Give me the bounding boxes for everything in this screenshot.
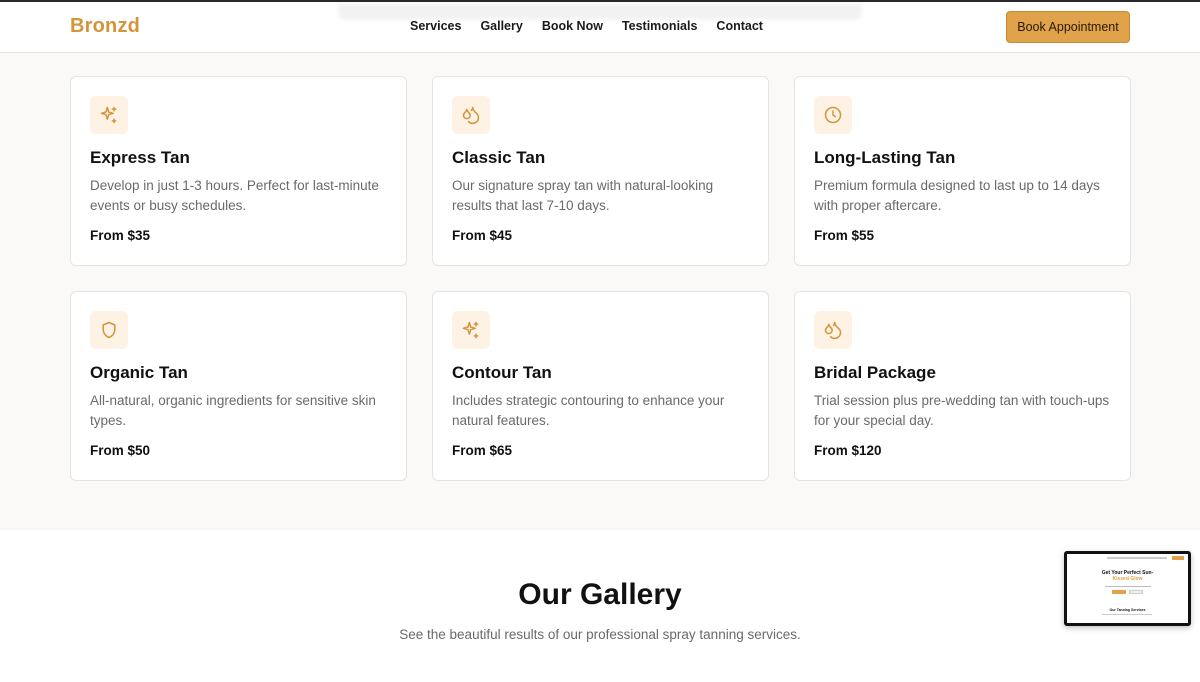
nav-link-gallery[interactable]: Gallery	[480, 19, 522, 33]
service-price: From $45	[452, 228, 513, 243]
preview-button-secondary	[1129, 590, 1143, 594]
service-description: Premium formula designed to last up to 1…	[814, 178, 1100, 213]
service-card-contour-tan[interactable]: Contour Tan Includes strategic contourin…	[432, 291, 769, 481]
service-description: Our signature spray tan with natural-loo…	[452, 178, 714, 213]
brand-logo[interactable]: Bronzd	[70, 15, 140, 38]
preview-button-primary	[1112, 590, 1126, 594]
preview-section-title: Our Tanning Services	[1109, 608, 1146, 612]
clock-icon	[814, 96, 852, 134]
page-preview-thumbnail[interactable]: Get Your Perfect Sun- Kissed Glow Our Ta…	[1064, 551, 1191, 626]
service-price: From $55	[814, 228, 875, 243]
service-description: All-natural, organic ingredients for sen…	[90, 393, 376, 428]
service-card-classic-tan[interactable]: Classic Tan Our signature spray tan with…	[432, 76, 769, 266]
service-price: From $35	[90, 228, 151, 243]
book-appointment-button[interactable]: Book Appointment	[1006, 11, 1130, 43]
droplets-icon	[814, 311, 852, 349]
shield-icon	[90, 311, 128, 349]
site-header: Bronzd Services Gallery Book Now Testimo…	[0, 2, 1200, 53]
service-description: Includes strategic contouring to enhance…	[452, 393, 725, 428]
preview-nav	[1107, 557, 1167, 559]
service-price: From $65	[452, 443, 513, 458]
preview-text-line	[1105, 586, 1151, 587]
service-description: Trial session plus pre-wedding tan with …	[814, 393, 1110, 428]
service-card-bridal-package[interactable]: Bridal Package Trial session plus pre-we…	[794, 291, 1131, 481]
nav-link-services[interactable]: Services	[410, 19, 461, 33]
gallery-section: Our Gallery See the beautiful results of…	[0, 530, 1200, 682]
preview-section-line	[1102, 614, 1152, 615]
service-price: From $120	[814, 443, 882, 458]
service-card-long-lasting-tan[interactable]: Long-Lasting Tan Premium formula designe…	[794, 76, 1131, 266]
preview-title-line2: Kissed Glow	[1112, 576, 1143, 582]
droplets-icon	[452, 96, 490, 134]
service-description: Develop in just 1-3 hours. Perfect for l…	[90, 178, 379, 213]
service-price: From $50	[90, 443, 151, 458]
service-title: Organic Tan	[90, 363, 188, 382]
service-title: Contour Tan	[452, 363, 552, 382]
service-card-organic-tan[interactable]: Organic Tan All-natural, organic ingredi…	[70, 291, 407, 481]
service-title: Classic Tan	[452, 148, 546, 167]
overlay-shadow	[338, 4, 862, 20]
service-title: Long-Lasting Tan	[814, 148, 956, 167]
nav-link-contact[interactable]: Contact	[716, 19, 763, 33]
service-title: Express Tan	[90, 148, 190, 167]
nav-link-book-now[interactable]: Book Now	[542, 19, 603, 33]
nav-link-testimonials[interactable]: Testimonials	[622, 19, 697, 33]
preview-cta	[1172, 556, 1184, 560]
sparkles-icon	[452, 311, 490, 349]
services-section: Express Tan Develop in just 1-3 hours. P…	[0, 53, 1200, 530]
service-title: Bridal Package	[814, 363, 936, 382]
service-card-express-tan[interactable]: Express Tan Develop in just 1-3 hours. P…	[70, 76, 407, 266]
gallery-title: Our Gallery	[518, 578, 682, 611]
sparkles-icon	[90, 96, 128, 134]
gallery-subtitle: See the beautiful results of our profess…	[399, 627, 801, 642]
main-nav: Services Gallery Book Now Testimonials C…	[410, 19, 782, 33]
preview-hero-title: Get Your Perfect Sun- Kissed Glow	[1067, 570, 1188, 582]
